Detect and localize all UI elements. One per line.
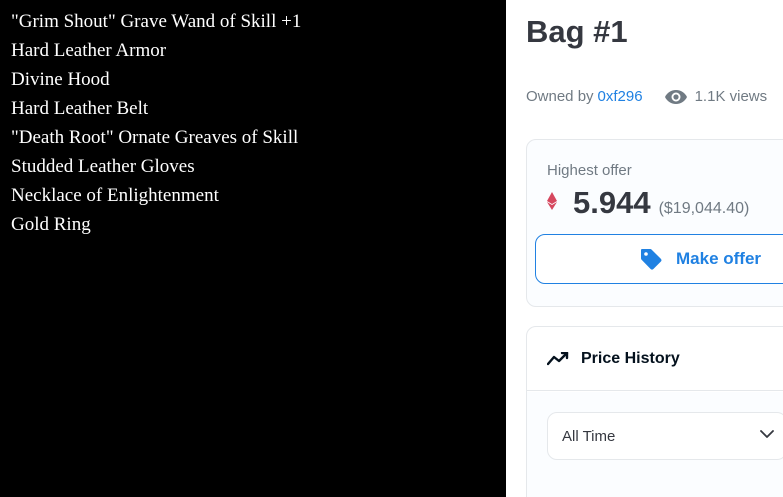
bag-item: "Death Root" Ornate Greaves of Skill	[11, 127, 299, 148]
bag-item: Hard Leather Armor	[11, 40, 167, 61]
make-offer-button[interactable]: Make offer	[535, 234, 783, 284]
item-meta: Owned by 0xf296 1.1K views	[526, 88, 767, 105]
view-count: 1.1K views	[694, 88, 768, 105]
price-history-card: Price History All Time	[526, 326, 783, 497]
bag-item: Studded Leather Gloves	[11, 156, 195, 177]
item-title: Bag #1	[526, 14, 628, 49]
price-history-title: Price History	[581, 349, 680, 367]
offer-amount: 5.944	[573, 185, 651, 220]
offer-price: 5.944 ($19,044.40)	[547, 185, 749, 221]
price-history-header[interactable]: Price History	[527, 327, 783, 391]
make-offer-label: Make offer	[676, 249, 762, 268]
bag-item: Necklace of Enlightenment	[11, 185, 219, 206]
bag-item: "Grim Shout" Grave Wand of Skill +1	[11, 11, 302, 32]
time-range-value: All Time	[562, 427, 616, 445]
bag-item: Hard Leather Belt	[11, 98, 149, 119]
owner-link[interactable]: 0xf296	[598, 88, 643, 105]
ethereum-icon	[547, 192, 561, 214]
tag-icon	[640, 248, 662, 270]
eye-icon	[664, 89, 687, 104]
page: "Grim Shout" Grave Wand of Skill +1 Hard…	[0, 0, 783, 497]
time-range-select[interactable]: All Time	[547, 412, 783, 460]
bag-item: Gold Ring	[11, 214, 91, 235]
price-history-body: All Time	[527, 392, 783, 497]
bag-item: Divine Hood	[11, 69, 110, 90]
nft-image: "Grim Shout" Grave Wand of Skill +1 Hard…	[0, 0, 506, 497]
chevron-down-icon	[760, 430, 774, 439]
owned-by-label: Owned by	[526, 88, 594, 105]
offer-card: Highest offer 5.944 ($19,044.40) Make of…	[526, 139, 783, 307]
item-detail-panel: Bag #1 Owned by 0xf296 1.1K views Highes…	[506, 0, 783, 497]
highest-offer-label: Highest offer	[547, 162, 632, 179]
bag-item-list: "Grim Shout" Grave Wand of Skill +1 Hard…	[0, 0, 506, 239]
trend-icon	[547, 351, 569, 366]
offer-usd-value: ($19,044.40)	[658, 200, 750, 217]
